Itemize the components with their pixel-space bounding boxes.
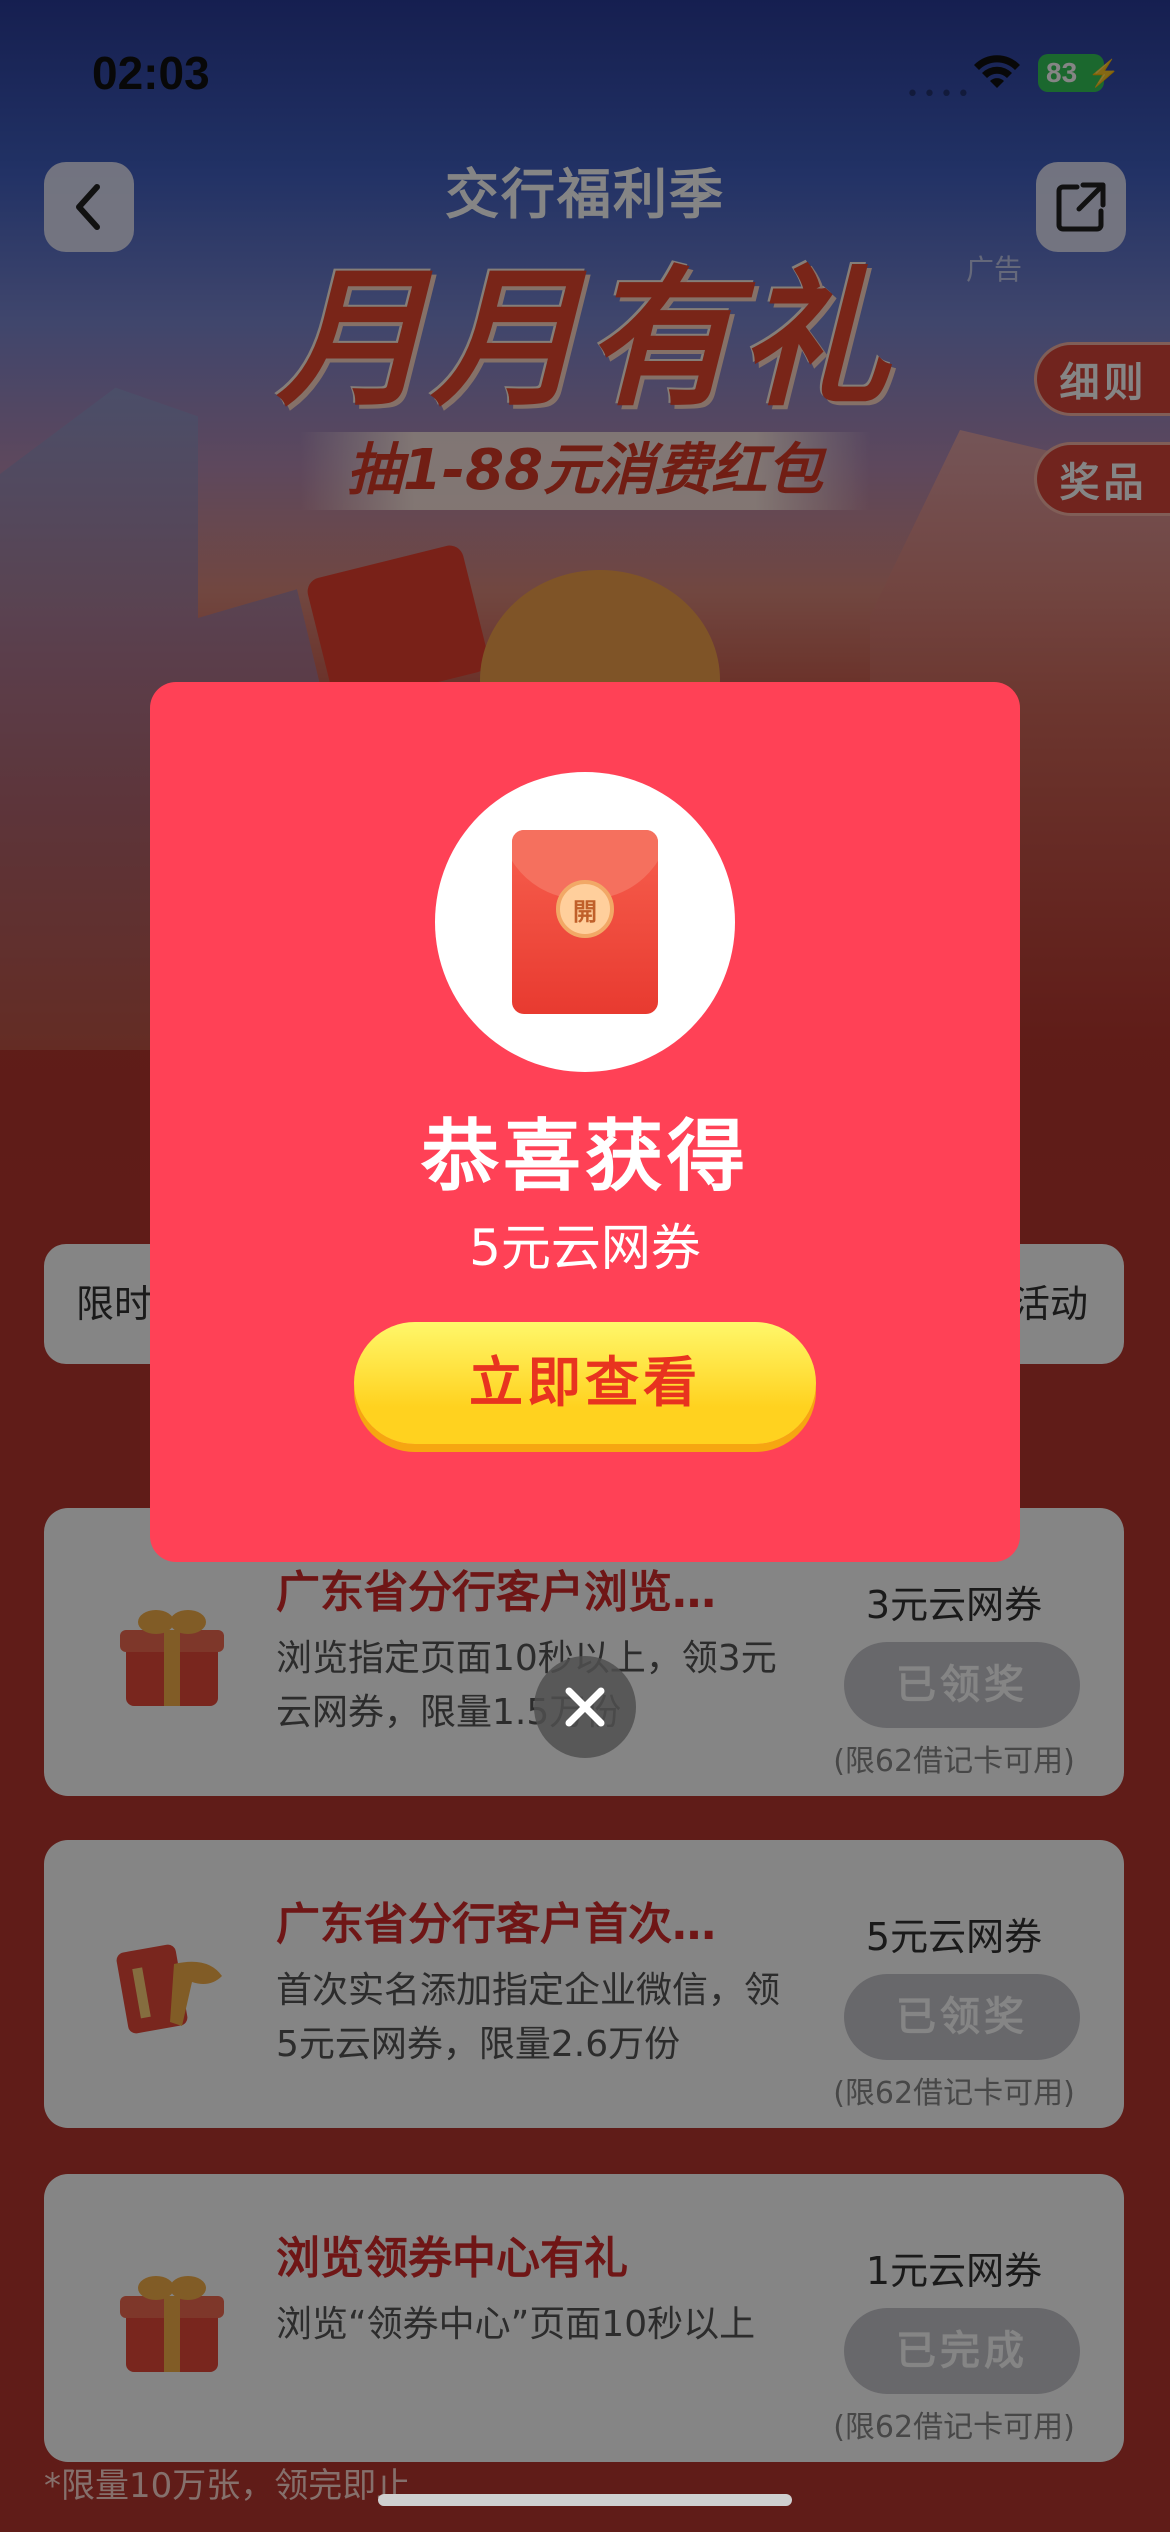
home-indicator[interactable] <box>378 2494 792 2506</box>
envelope-seal: 開 <box>556 880 614 938</box>
close-icon <box>565 1687 605 1727</box>
page: 02:03 •••• 83 ⚡ 交行福利季 月月有礼 抽1-88元消费红包 广告… <box>0 0 1170 2532</box>
modal-title: 恭喜获得 <box>420 1112 749 1202</box>
modal-reward-text: 5元云网券 <box>469 1219 701 1277</box>
red-envelope-icon: 開 <box>512 830 658 1014</box>
close-modal-button[interactable] <box>534 1656 636 1758</box>
reward-modal: 開 恭喜获得 5元云网券 立即查看 <box>150 682 1020 1562</box>
modal-icon-circle: 開 <box>435 772 735 1072</box>
view-now-button[interactable]: 立即查看 <box>354 1322 816 1444</box>
